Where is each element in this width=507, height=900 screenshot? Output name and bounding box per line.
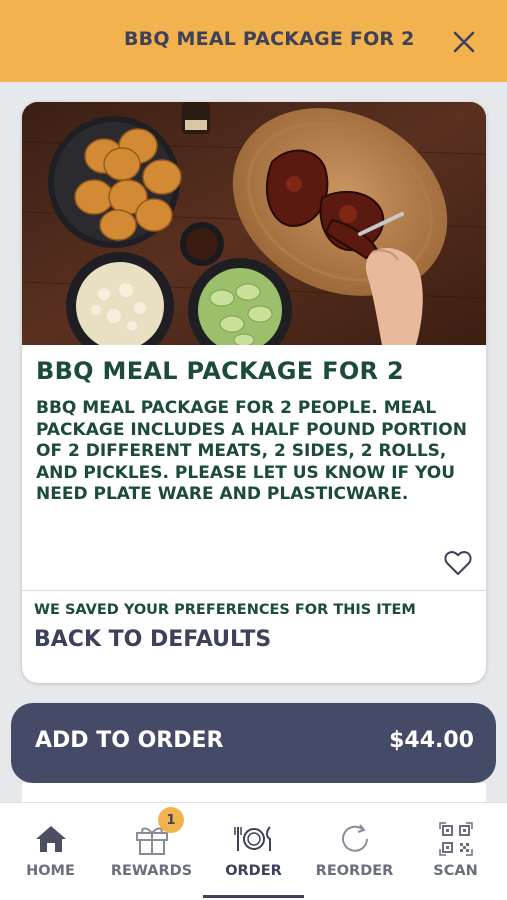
nav-item-order[interactable]: ORDER [203, 803, 304, 900]
preferences-note: WE SAVED YOUR PREFERENCES FOR THIS ITEM [34, 602, 416, 618]
refresh-icon [341, 824, 368, 852]
nav-label-order: ORDER [225, 863, 282, 879]
back-to-defaults-link[interactable]: BACK TO DEFAULTS [34, 627, 271, 652]
top-header: BBQ MEAL PACKAGE FOR 2 [0, 0, 507, 82]
item-description: BBQ MEAL PACKAGE FOR 2 PEOPLE. MEAL PACK… [36, 398, 467, 505]
qr-code-icon [438, 822, 473, 856]
home-icon [35, 826, 66, 852]
card-divider [22, 590, 486, 591]
add-to-order-label: ADD TO ORDER [35, 728, 224, 753]
order-price: $44.00 [389, 728, 474, 753]
active-tab-indicator [203, 895, 304, 898]
item-card: BBQ MEAL PACKAGE FOR 2 BBQ MEAL PACKAGE … [22, 102, 486, 683]
heart-icon [444, 551, 472, 575]
nav-label-reorder: REORDER [315, 863, 394, 879]
close-button[interactable] [448, 26, 480, 58]
add-to-order-button[interactable]: ADD TO ORDER $44.00 [11, 703, 496, 783]
plate-utensils-icon [233, 826, 271, 851]
favorite-button[interactable] [441, 548, 475, 578]
nav-label-scan: SCAN [433, 863, 478, 879]
close-icon [453, 31, 475, 53]
header-title: BBQ MEAL PACKAGE FOR 2 [124, 28, 415, 50]
nav-item-home[interactable]: HOME [0, 803, 101, 900]
nav-item-scan[interactable]: SCAN [405, 803, 506, 900]
item-photo [22, 102, 486, 345]
item-title: BBQ MEAL PACKAGE FOR 2 [36, 357, 404, 385]
bottom-nav: HOME REWARDS ORDER REORDER SCAN [0, 802, 507, 900]
rewards-badge: 1 [158, 807, 184, 833]
nav-item-rewards[interactable]: REWARDS [101, 803, 202, 900]
nav-label-rewards: REWARDS [110, 863, 193, 879]
nav-item-reorder[interactable]: REORDER [304, 803, 405, 900]
nav-label-home: HOME [26, 863, 75, 879]
